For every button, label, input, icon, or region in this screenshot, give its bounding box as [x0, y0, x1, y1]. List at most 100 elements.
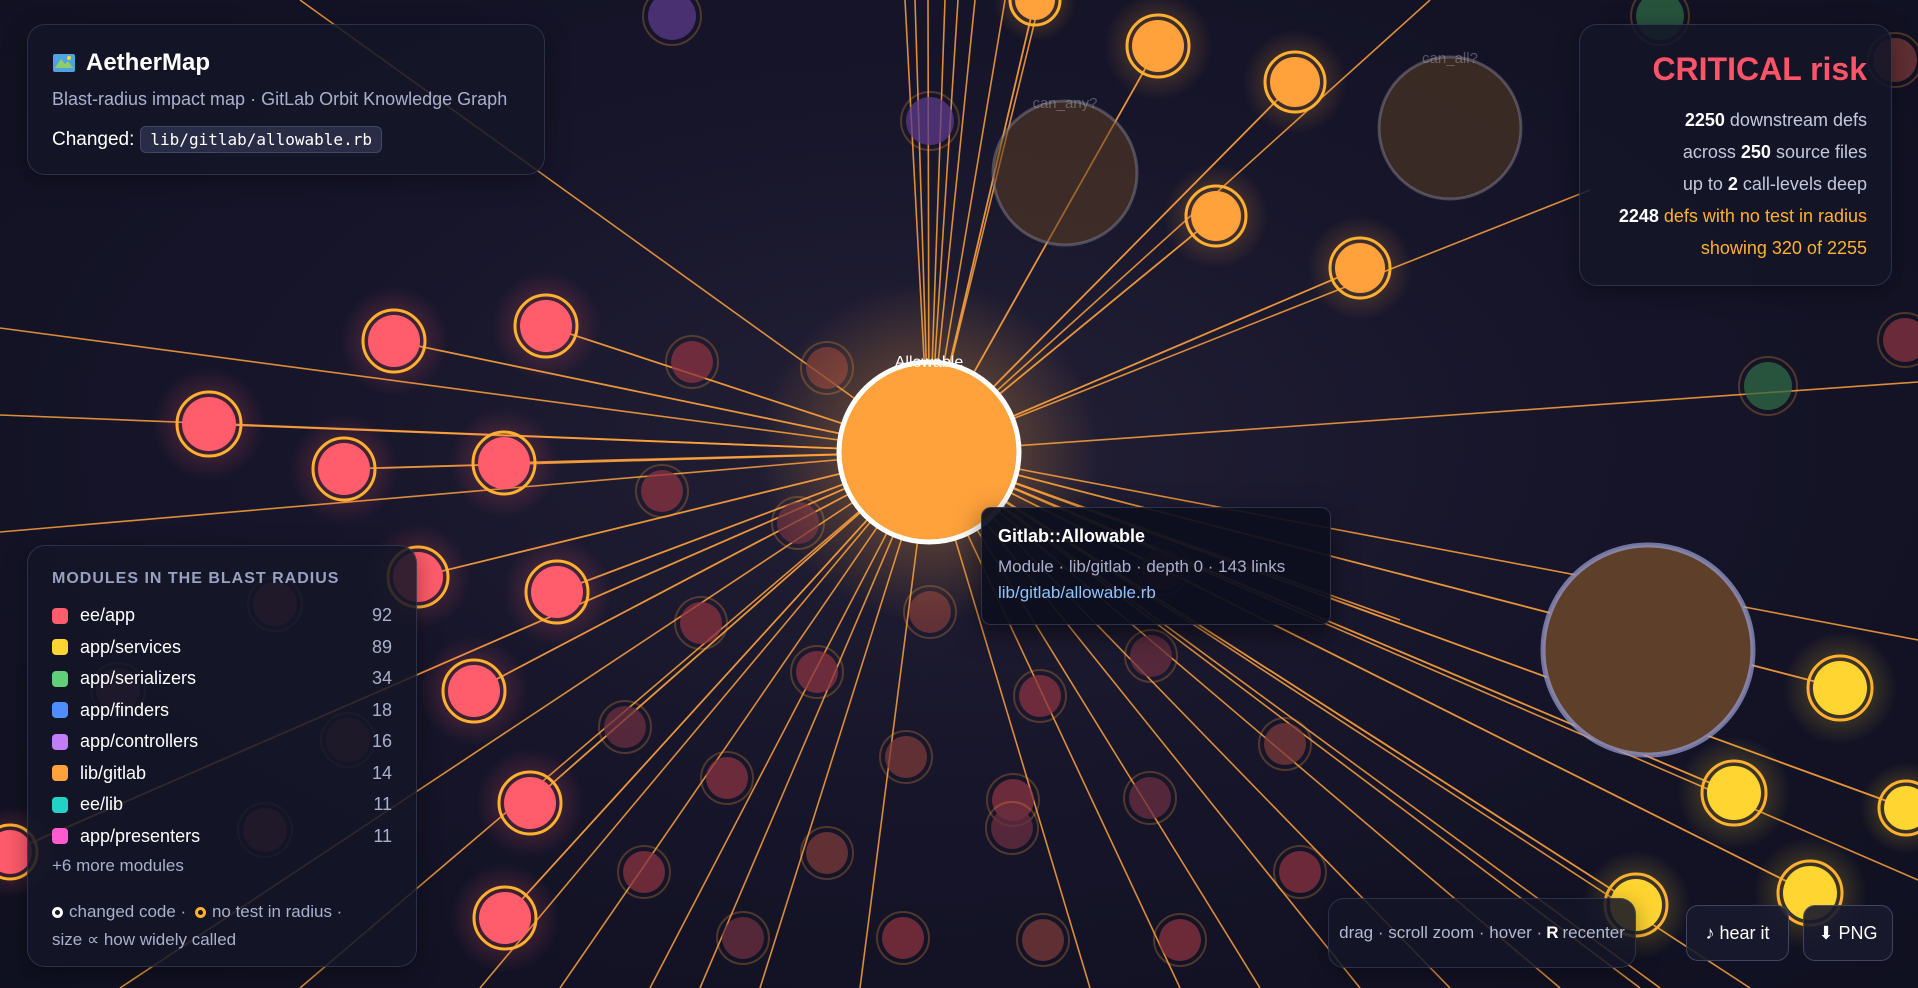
dim-node	[1129, 777, 1171, 819]
legend-swatch	[52, 765, 68, 782]
ghost-label-can-all: can_all?	[1422, 50, 1478, 67]
legend-module-name: ee/lib	[80, 794, 124, 815]
legend-list: ee/app 92 app/services 89 app/serializers 34 a…	[52, 600, 392, 852]
untested-node	[531, 566, 583, 618]
untested-node	[1335, 243, 1385, 293]
legend-swatch	[52, 828, 68, 845]
stat-source-files: across 250 source files	[1682, 142, 1867, 162]
legend-item-app-services[interactable]: app/services 89	[52, 632, 392, 664]
legend-module-count: 34	[371, 668, 392, 689]
dim-node	[722, 917, 764, 959]
legend-item-ee-app[interactable]: ee/app 92	[52, 600, 392, 632]
dim-node	[680, 602, 722, 644]
untested-node	[182, 397, 236, 451]
dim-node	[806, 832, 848, 874]
stat-downstream-defs: 2250 downstream defs	[1684, 110, 1867, 130]
tooltip-file-link[interactable]: lib/gitlab/allowable.rb	[998, 583, 1314, 603]
legend-module-count: 14	[371, 762, 392, 783]
dim-node	[671, 341, 713, 383]
ghost-label-can-any: can_any?	[1032, 95, 1097, 112]
legend-panel: MODULES IN THE BLAST RADIUS ee/app 92 app/…	[27, 545, 417, 967]
recenter-key: R	[1546, 923, 1559, 942]
changed-file-path: lib/gitlab/allowable.rb	[140, 126, 382, 153]
untested-node	[478, 437, 530, 489]
dim-node	[1019, 675, 1061, 717]
help-bar: drag · scroll zoom · hover · R recenter	[1328, 898, 1636, 968]
legend-key: changed code · no test in radius · size …	[52, 902, 343, 949]
more-modules-link[interactable]: +6 more modules	[52, 856, 392, 876]
legend-module-name: ee/app	[80, 605, 136, 626]
legend-swatch	[52, 607, 68, 624]
legend-swatch	[52, 639, 68, 656]
legend-swatch	[52, 670, 68, 687]
changed-label: Changed:	[52, 128, 135, 150]
app-subtitle: Blast-radius impact map · GitLab Orbit K…	[52, 89, 508, 109]
hear-it-button[interactable]: ♪ hear it	[1686, 905, 1789, 961]
app-title: AetherMap	[86, 49, 211, 76]
ghost-hub-can-all[interactable]	[1377, 55, 1523, 201]
dim-node	[641, 470, 683, 512]
legend-swatch	[52, 702, 68, 719]
legend-module-count: 92	[371, 605, 392, 626]
untested-node	[1270, 57, 1320, 107]
legend-module-name: app/services	[80, 636, 182, 657]
center-node-label: Allowable	[895, 354, 964, 371]
untested-node	[1707, 766, 1761, 820]
untested-node	[504, 777, 556, 829]
legend-module-name: app/finders	[80, 699, 170, 720]
legend-item-lib-gitlab[interactable]: lib/gitlab 14	[52, 758, 392, 790]
title-panel: AetherMap Blast-radius impact map · GitL…	[27, 24, 545, 175]
untested-node	[1813, 661, 1867, 715]
dim-node	[882, 917, 924, 959]
stat-call-depth: up to 2 call-levels deep	[1682, 174, 1867, 194]
untested-node	[520, 300, 572, 352]
legend-item-app-serializers[interactable]: app/serializers 34	[52, 663, 392, 695]
ghost-hub-can-any[interactable]	[991, 99, 1139, 247]
legend-swatch	[52, 733, 68, 750]
untested-ring-icon	[194, 907, 206, 918]
dim-node	[1744, 362, 1792, 410]
legend-module-count: 18	[371, 699, 392, 720]
legend-item-app-presenters[interactable]: app/presenters 11	[52, 821, 392, 853]
legend-item-ee-lib[interactable]: ee/lib 11	[52, 789, 392, 821]
changed-file-row: Changed: lib/gitlab/allowable.rb	[52, 126, 520, 153]
legend-module-name: app/serializers	[80, 668, 197, 689]
untested-node	[479, 892, 531, 944]
dim-node	[1159, 919, 1201, 961]
legend-module-name: app/controllers	[80, 731, 199, 752]
stat-untested-defs: 2248 defs with no test in radius	[1618, 206, 1867, 226]
hub-node-right[interactable]	[1540, 542, 1756, 758]
dim-node	[706, 757, 748, 799]
risk-level: CRITICAL risk	[1652, 51, 1867, 87]
dim-node	[1279, 851, 1321, 893]
tooltip-meta: Module · lib/gitlab · depth 0 · 143 link…	[998, 557, 1286, 576]
legend-item-app-controllers[interactable]: app/controllers 16	[52, 726, 392, 758]
legend-item-app-finders[interactable]: app/finders 18	[52, 695, 392, 727]
risk-panel: CRITICAL risk 2250 downstream defs acros…	[1579, 24, 1892, 286]
legend-module-name: lib/gitlab	[80, 762, 147, 783]
untested-node	[448, 665, 500, 717]
map-icon	[52, 53, 76, 73]
dim-node	[648, 0, 696, 40]
dim-node	[991, 807, 1033, 849]
dim-node	[623, 851, 665, 893]
untested-node	[318, 443, 370, 495]
dim-node	[1130, 635, 1172, 677]
download-png-button[interactable]: ⬇ PNG	[1803, 905, 1893, 961]
legend-module-name: app/presenters	[80, 825, 201, 846]
node-tooltip: Gitlab::Allowable Module · lib/gitlab · …	[981, 507, 1331, 625]
dim-node	[796, 651, 838, 693]
untested-node	[368, 315, 420, 367]
legend-module-count: 11	[373, 794, 392, 815]
untested-node	[1132, 20, 1184, 72]
legend-swatch	[52, 796, 68, 813]
dim-node	[1264, 723, 1306, 765]
untested-node	[1191, 191, 1241, 241]
dim-node	[1022, 919, 1064, 961]
stat-showing-count: showing 320 of 2255	[1700, 238, 1867, 258]
tooltip-title: Gitlab::Allowable	[998, 526, 1146, 546]
legend-module-count: 89	[371, 636, 392, 657]
dim-node	[906, 97, 954, 145]
legend-module-count: 16	[371, 731, 392, 752]
changed-ring-icon	[52, 907, 63, 918]
